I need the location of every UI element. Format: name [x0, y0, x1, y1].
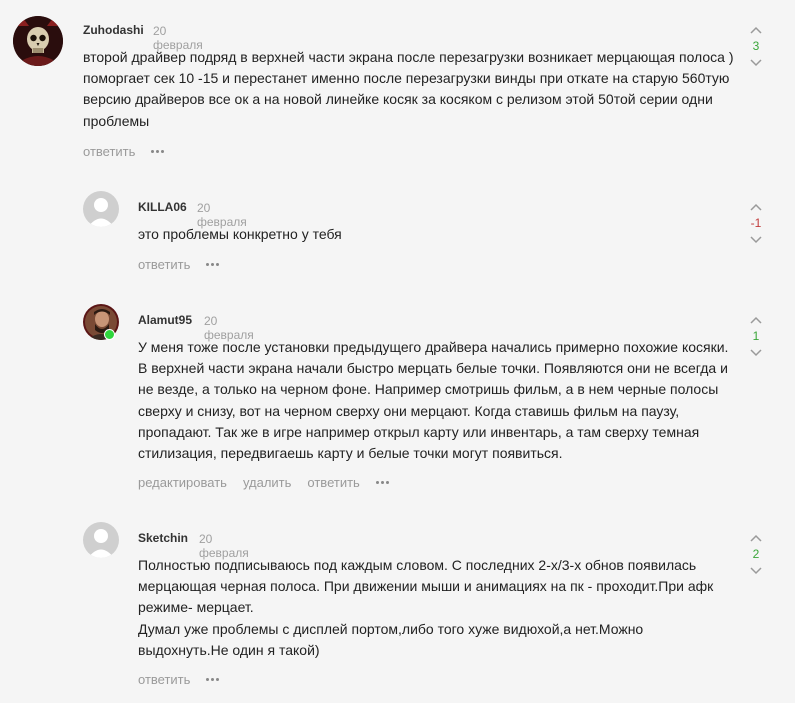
avatar[interactable]	[83, 191, 119, 227]
comment-text-line: Полностью подписываюсь под каждым словом…	[138, 557, 714, 616]
vote-score: -1	[750, 216, 762, 230]
comment-author[interactable]: Zuhodashi	[83, 23, 144, 37]
comment-text-line: Думал уже проблемы с дисплей портом,либо…	[138, 620, 644, 658]
downvote-chevron-icon[interactable]	[750, 236, 762, 244]
comment-actions: ответить	[83, 144, 165, 159]
comment-author[interactable]: KILLA06	[138, 200, 187, 214]
default-avatar-icon	[83, 522, 119, 558]
comment-actions: редактировать удалить ответить	[138, 475, 389, 490]
comment-actions: ответить	[138, 672, 220, 687]
reply-button[interactable]: ответить	[138, 257, 190, 272]
upvote-chevron-icon[interactable]	[750, 26, 762, 34]
more-options-icon[interactable]	[206, 678, 220, 681]
reply-button[interactable]: ответить	[307, 475, 359, 490]
comment-author[interactable]: Sketchin	[138, 531, 188, 545]
vote-widget: 3	[746, 26, 766, 67]
more-options-icon[interactable]	[151, 150, 165, 153]
comment-text: Полностью подписываюсь под каждым словом…	[138, 555, 730, 661]
reply-button[interactable]: ответить	[138, 672, 190, 687]
vote-widget: -1	[746, 203, 766, 244]
upvote-chevron-icon[interactable]	[750, 316, 762, 324]
comment-text: это проблемы конкретно у тебя	[138, 226, 342, 242]
avatar[interactable]	[13, 16, 63, 66]
comment-author[interactable]: Alamut95	[138, 313, 192, 327]
avatar[interactable]	[83, 522, 119, 558]
comment-actions: ответить	[138, 257, 220, 272]
downvote-chevron-icon[interactable]	[750, 349, 762, 357]
default-avatar-icon	[83, 191, 119, 227]
edit-button[interactable]: редактировать	[138, 475, 227, 490]
vote-widget: 2	[746, 534, 766, 575]
delete-button[interactable]: удалить	[243, 475, 291, 490]
upvote-chevron-icon[interactable]	[750, 534, 762, 542]
online-status-indicator	[104, 329, 115, 340]
comment-text: У меня тоже после установки предыдущего …	[138, 339, 729, 462]
vote-score: 1	[752, 329, 760, 343]
downvote-chevron-icon[interactable]	[750, 59, 762, 67]
vote-widget: 1	[746, 316, 766, 357]
comment-text: второй драйвер подряд в верхней части эк…	[83, 49, 734, 129]
upvote-chevron-icon[interactable]	[750, 203, 762, 211]
reply-button[interactable]: ответить	[83, 144, 135, 159]
vote-score: 3	[752, 39, 760, 53]
downvote-chevron-icon[interactable]	[750, 567, 762, 575]
vote-score: 2	[752, 547, 760, 561]
more-options-icon[interactable]	[206, 263, 220, 266]
skull-avatar-icon	[13, 16, 63, 66]
more-options-icon[interactable]	[375, 481, 389, 484]
